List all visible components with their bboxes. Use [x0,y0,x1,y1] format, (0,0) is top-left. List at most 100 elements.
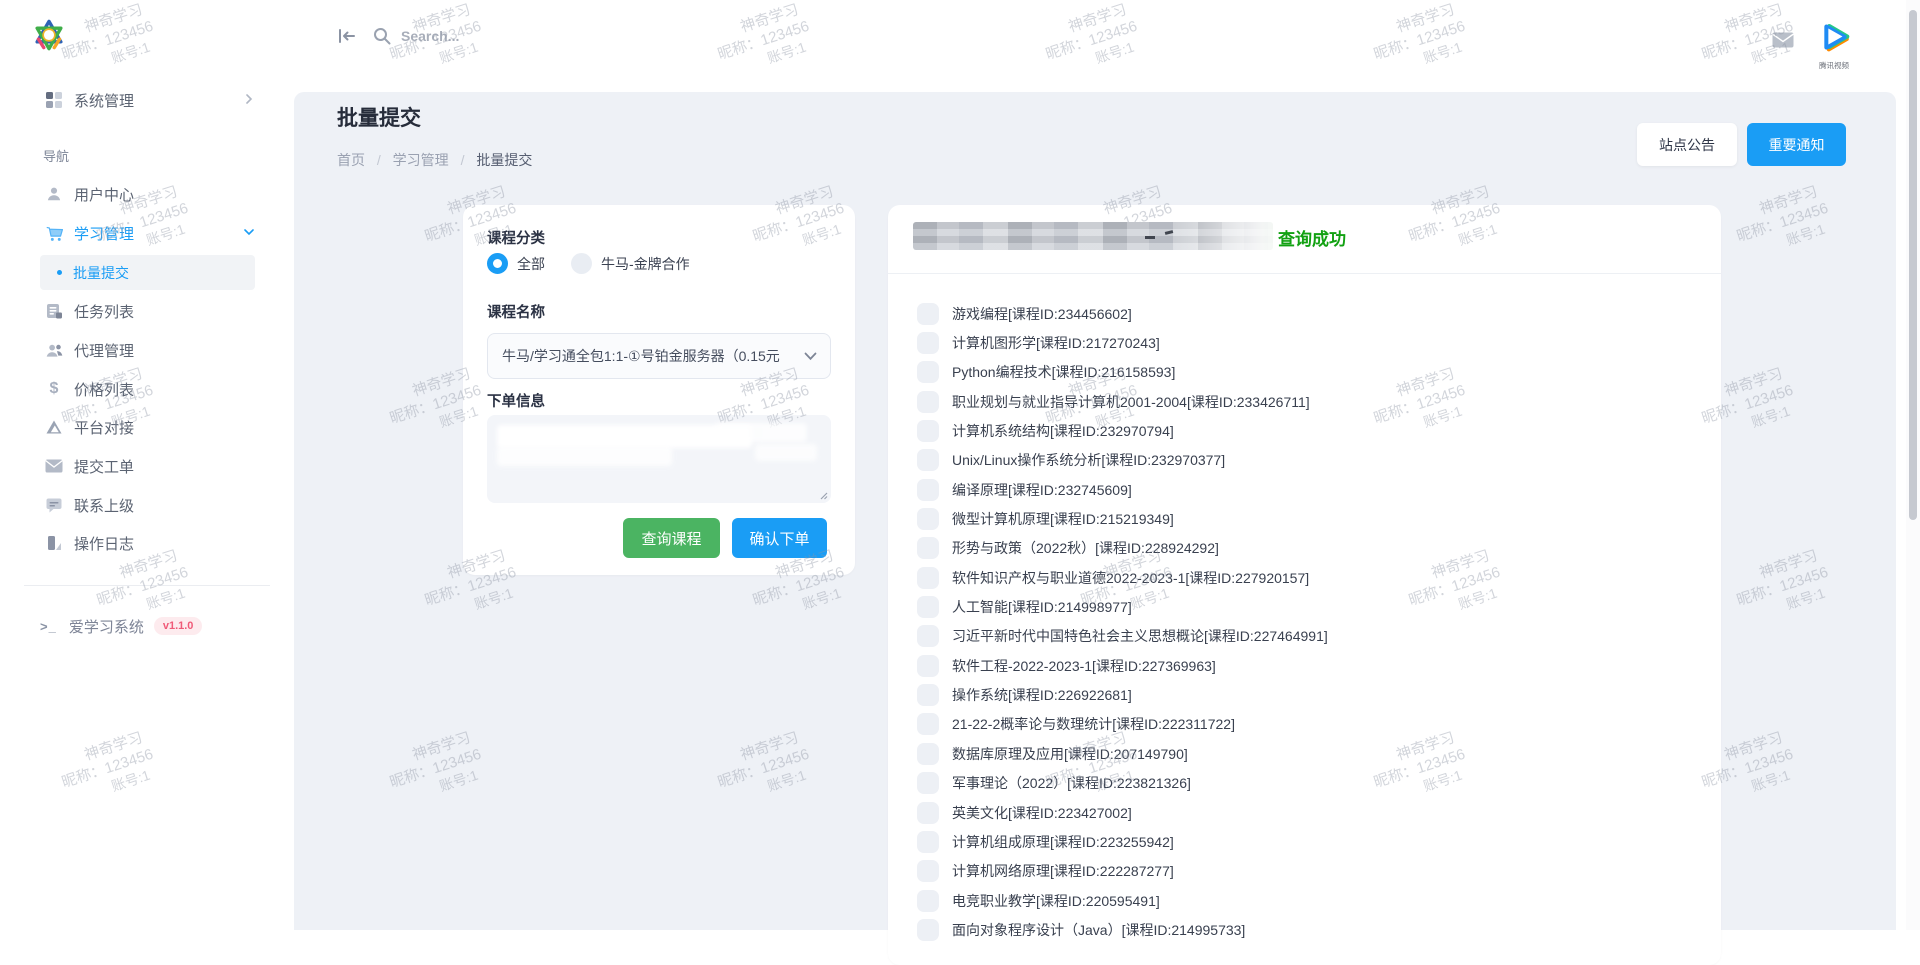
course-checkbox[interactable] [917,508,939,530]
order-form-card: 课程分类 全部 牛马-金牌合作 课程名称 牛马/学习通全包1:1-①号铂金服务器… [463,205,855,575]
sidebar-item-agent-mgmt[interactable]: 代理管理 [0,332,294,368]
course-row[interactable]: 计算机网络原理[课程ID:222287277] [917,857,1697,886]
site-notice-button[interactable]: 站点公告 [1637,123,1737,166]
breadcrumb-home[interactable]: 首页 [337,152,365,168]
course-row[interactable]: 计算机图形学[课程ID:217270243] [917,328,1697,357]
course-label: 计算机网络原理[课程ID:222287277] [952,861,1174,881]
course-row[interactable]: 计算机组成原理[课程ID:223255942] [917,827,1697,856]
course-row[interactable]: 软件知识产权与职业道德2022-2023-1[课程ID:227920157] [917,563,1697,592]
redacted-mark [1165,230,1173,235]
course-checkbox[interactable] [917,391,939,413]
course-row[interactable]: 游戏编程[课程ID:234456602] [917,299,1697,328]
course-row[interactable]: 21-22-2概率论与数理统计[课程ID:222311722] [917,710,1697,739]
collapse-sidebar-icon[interactable] [336,25,358,52]
course-checkbox[interactable] [917,361,939,383]
course-checkbox[interactable] [917,772,939,794]
course-row[interactable]: 习近平新时代中国特色社会主义思想概论[课程ID:227464991] [917,622,1697,651]
radio-partner[interactable] [571,253,592,274]
search-input[interactable]: Search... [401,28,459,44]
sidebar-subitem-batch-submit[interactable]: 批量提交 [40,255,255,290]
tencent-video-shortcut[interactable]: 腾讯视频 [1812,20,1856,71]
course-label: 计算机系统结构[课程ID:232970794] [952,421,1174,441]
chevron-down-icon [244,224,254,242]
course-checkbox[interactable] [917,332,939,354]
bullet-dot-icon [57,270,62,275]
course-checkbox[interactable] [917,567,939,589]
course-checkbox[interactable] [917,655,939,677]
redacted-text [755,444,817,461]
order-info-label: 下单信息 [487,390,545,411]
course-row[interactable]: 数据库原理及应用[课程ID:207149790] [917,739,1697,768]
course-checkbox[interactable] [917,596,939,618]
course-checkbox[interactable] [917,890,939,912]
scrollbar-thumb[interactable] [1909,10,1917,520]
course-label: 计算机组成原理[课程ID:223255942] [952,832,1174,852]
sidebar-item-logs[interactable]: 操作日志 [0,525,294,561]
breadcrumb-separator: / [377,152,381,168]
course-row[interactable]: 职业规划与就业指导计算机2001-2004[课程ID:233426711] [917,387,1697,416]
sidebar-item-ticket[interactable]: 提交工单 [0,448,294,484]
sidebar-item-user-center[interactable]: 用户中心 [0,176,294,212]
clipboard-list-icon [44,301,64,321]
course-label: 21-22-2概率论与数理统计[课程ID:222311722] [952,714,1235,734]
course-checkbox[interactable] [917,802,939,824]
course-checkbox[interactable] [917,713,939,735]
course-row[interactable]: 形势与政策（2022秋）[课程ID:228924292] [917,534,1697,563]
query-course-button[interactable]: 查询课程 [623,518,720,558]
redacted-text [715,423,807,442]
course-label: 数据库原理及应用[课程ID:207149790] [952,744,1188,764]
chevron-right-icon [244,91,254,109]
chat-icon [44,495,64,515]
radio-all[interactable] [487,253,508,274]
terminal-icon: >_ [40,619,57,634]
resize-handle[interactable] [818,490,828,500]
confirm-order-button[interactable]: 确认下单 [732,518,827,558]
important-notice-button[interactable]: 重要通知 [1747,123,1846,166]
course-label: 微型计算机原理[课程ID:215219349] [952,509,1174,529]
course-row[interactable]: 编译原理[课程ID:232745609] [917,475,1697,504]
course-row[interactable]: Unix/Linux操作系统分析[课程ID:232970377] [917,446,1697,475]
search-icon[interactable] [372,26,392,51]
course-row[interactable]: 计算机系统结构[课程ID:232970794] [917,416,1697,445]
breadcrumb-study-mgmt[interactable]: 学习管理 [393,152,449,168]
order-info-textarea[interactable] [487,415,831,503]
course-checkbox[interactable] [917,684,939,706]
tencent-video-label: 腾讯视频 [1812,60,1856,71]
course-checkbox[interactable] [917,303,939,325]
envelope-icon [44,456,64,476]
sidebar-item-contact[interactable]: 联系上级 [0,487,294,523]
course-row[interactable]: 电竞职业教学[课程ID:220595491] [917,886,1697,915]
course-checkbox[interactable] [917,743,939,765]
course-row[interactable]: 微型计算机原理[课程ID:215219349] [917,504,1697,533]
course-checkbox[interactable] [917,449,939,471]
course-checkbox[interactable] [917,479,939,501]
redacted-text [497,425,752,448]
breadcrumb-current: 批量提交 [476,152,532,168]
course-row[interactable]: 英美文化[课程ID:223427002] [917,798,1697,827]
course-label: 习近平新时代中国特色社会主义思想概论[课程ID:227464991] [952,626,1328,646]
category-label: 课程分类 [487,227,545,248]
sidebar-item-study-mgmt[interactable]: 学习管理 [0,215,294,251]
triangle-icon [44,417,64,437]
course-label: Python编程技术[课程ID:216158593] [952,362,1175,382]
course-checkbox[interactable] [917,625,939,647]
course-checkbox[interactable] [917,420,939,442]
course-row[interactable]: 软件工程-2022-2023-1[课程ID:227369963] [917,651,1697,680]
mail-icon[interactable] [1772,32,1794,53]
course-checkbox[interactable] [917,860,939,882]
course-row[interactable]: 人工智能[课程ID:214998977] [917,592,1697,621]
sidebar-item-task-list[interactable]: 任务列表 [0,293,294,329]
sidebar-item-price-list[interactable]: $ 价格列表 [0,371,294,407]
sidebar-item-platform[interactable]: 平台对接 [0,409,294,445]
course-select[interactable]: 牛马/学习通全包1:1-①号铂金服务器（0.15元 [487,333,831,379]
breadcrumb-separator: / [461,152,465,168]
page-title: 批量提交 [337,102,421,132]
course-row[interactable]: Python编程技术[课程ID:216158593] [917,358,1697,387]
sidebar-item-label: 提交工单 [74,456,134,477]
users-icon [44,340,64,360]
sidebar-item-system[interactable]: 系统管理 [0,82,294,118]
course-row[interactable]: 军事理论（2022）[课程ID:223821326] [917,769,1697,798]
course-checkbox[interactable] [917,537,939,559]
course-checkbox[interactable] [917,831,939,853]
course-row[interactable]: 操作系统[课程ID:226922681] [917,680,1697,709]
